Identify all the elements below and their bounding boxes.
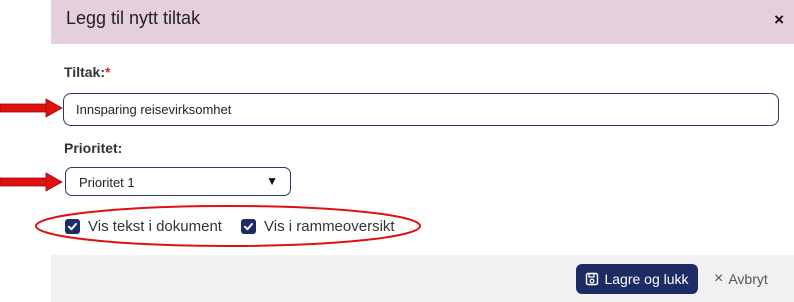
- required-mark: *: [104, 64, 111, 80]
- chevron-down-icon: ▼: [266, 174, 278, 188]
- tiltak-input[interactable]: [63, 93, 779, 126]
- annotation-ellipse-icon: [35, 205, 421, 247]
- annotation-arrow-icon: [0, 172, 63, 192]
- add-measure-dialog: Legg til nytt tiltak × Tiltak:* Priorite…: [51, 0, 794, 302]
- tiltak-label-text: Tiltak:: [64, 64, 105, 80]
- cancel-button-label: Avbryt: [728, 271, 768, 287]
- prioritet-select[interactable]: Prioritet 1 ▼: [65, 167, 291, 196]
- floppy-disk-icon: [586, 272, 599, 286]
- save-button-label: Lagre og lukk: [604, 271, 689, 287]
- save-and-close-button[interactable]: Lagre og lukk: [576, 264, 698, 294]
- dialog-header: Legg til nytt tiltak ×: [51, 0, 794, 44]
- close-icon: ×: [714, 270, 724, 287]
- annotation-arrow-icon: [0, 98, 63, 118]
- prioritet-label: Prioritet:: [64, 140, 123, 156]
- prioritet-selected-value: Prioritet 1: [79, 175, 135, 190]
- cancel-button[interactable]: × Avbryt: [714, 270, 768, 288]
- tiltak-label: Tiltak:*: [64, 64, 110, 80]
- dialog-title: Legg til nytt tiltak: [66, 8, 201, 28]
- dialog-footer: Lagre og lukk × Avbryt: [51, 255, 794, 302]
- close-icon[interactable]: ×: [774, 10, 784, 30]
